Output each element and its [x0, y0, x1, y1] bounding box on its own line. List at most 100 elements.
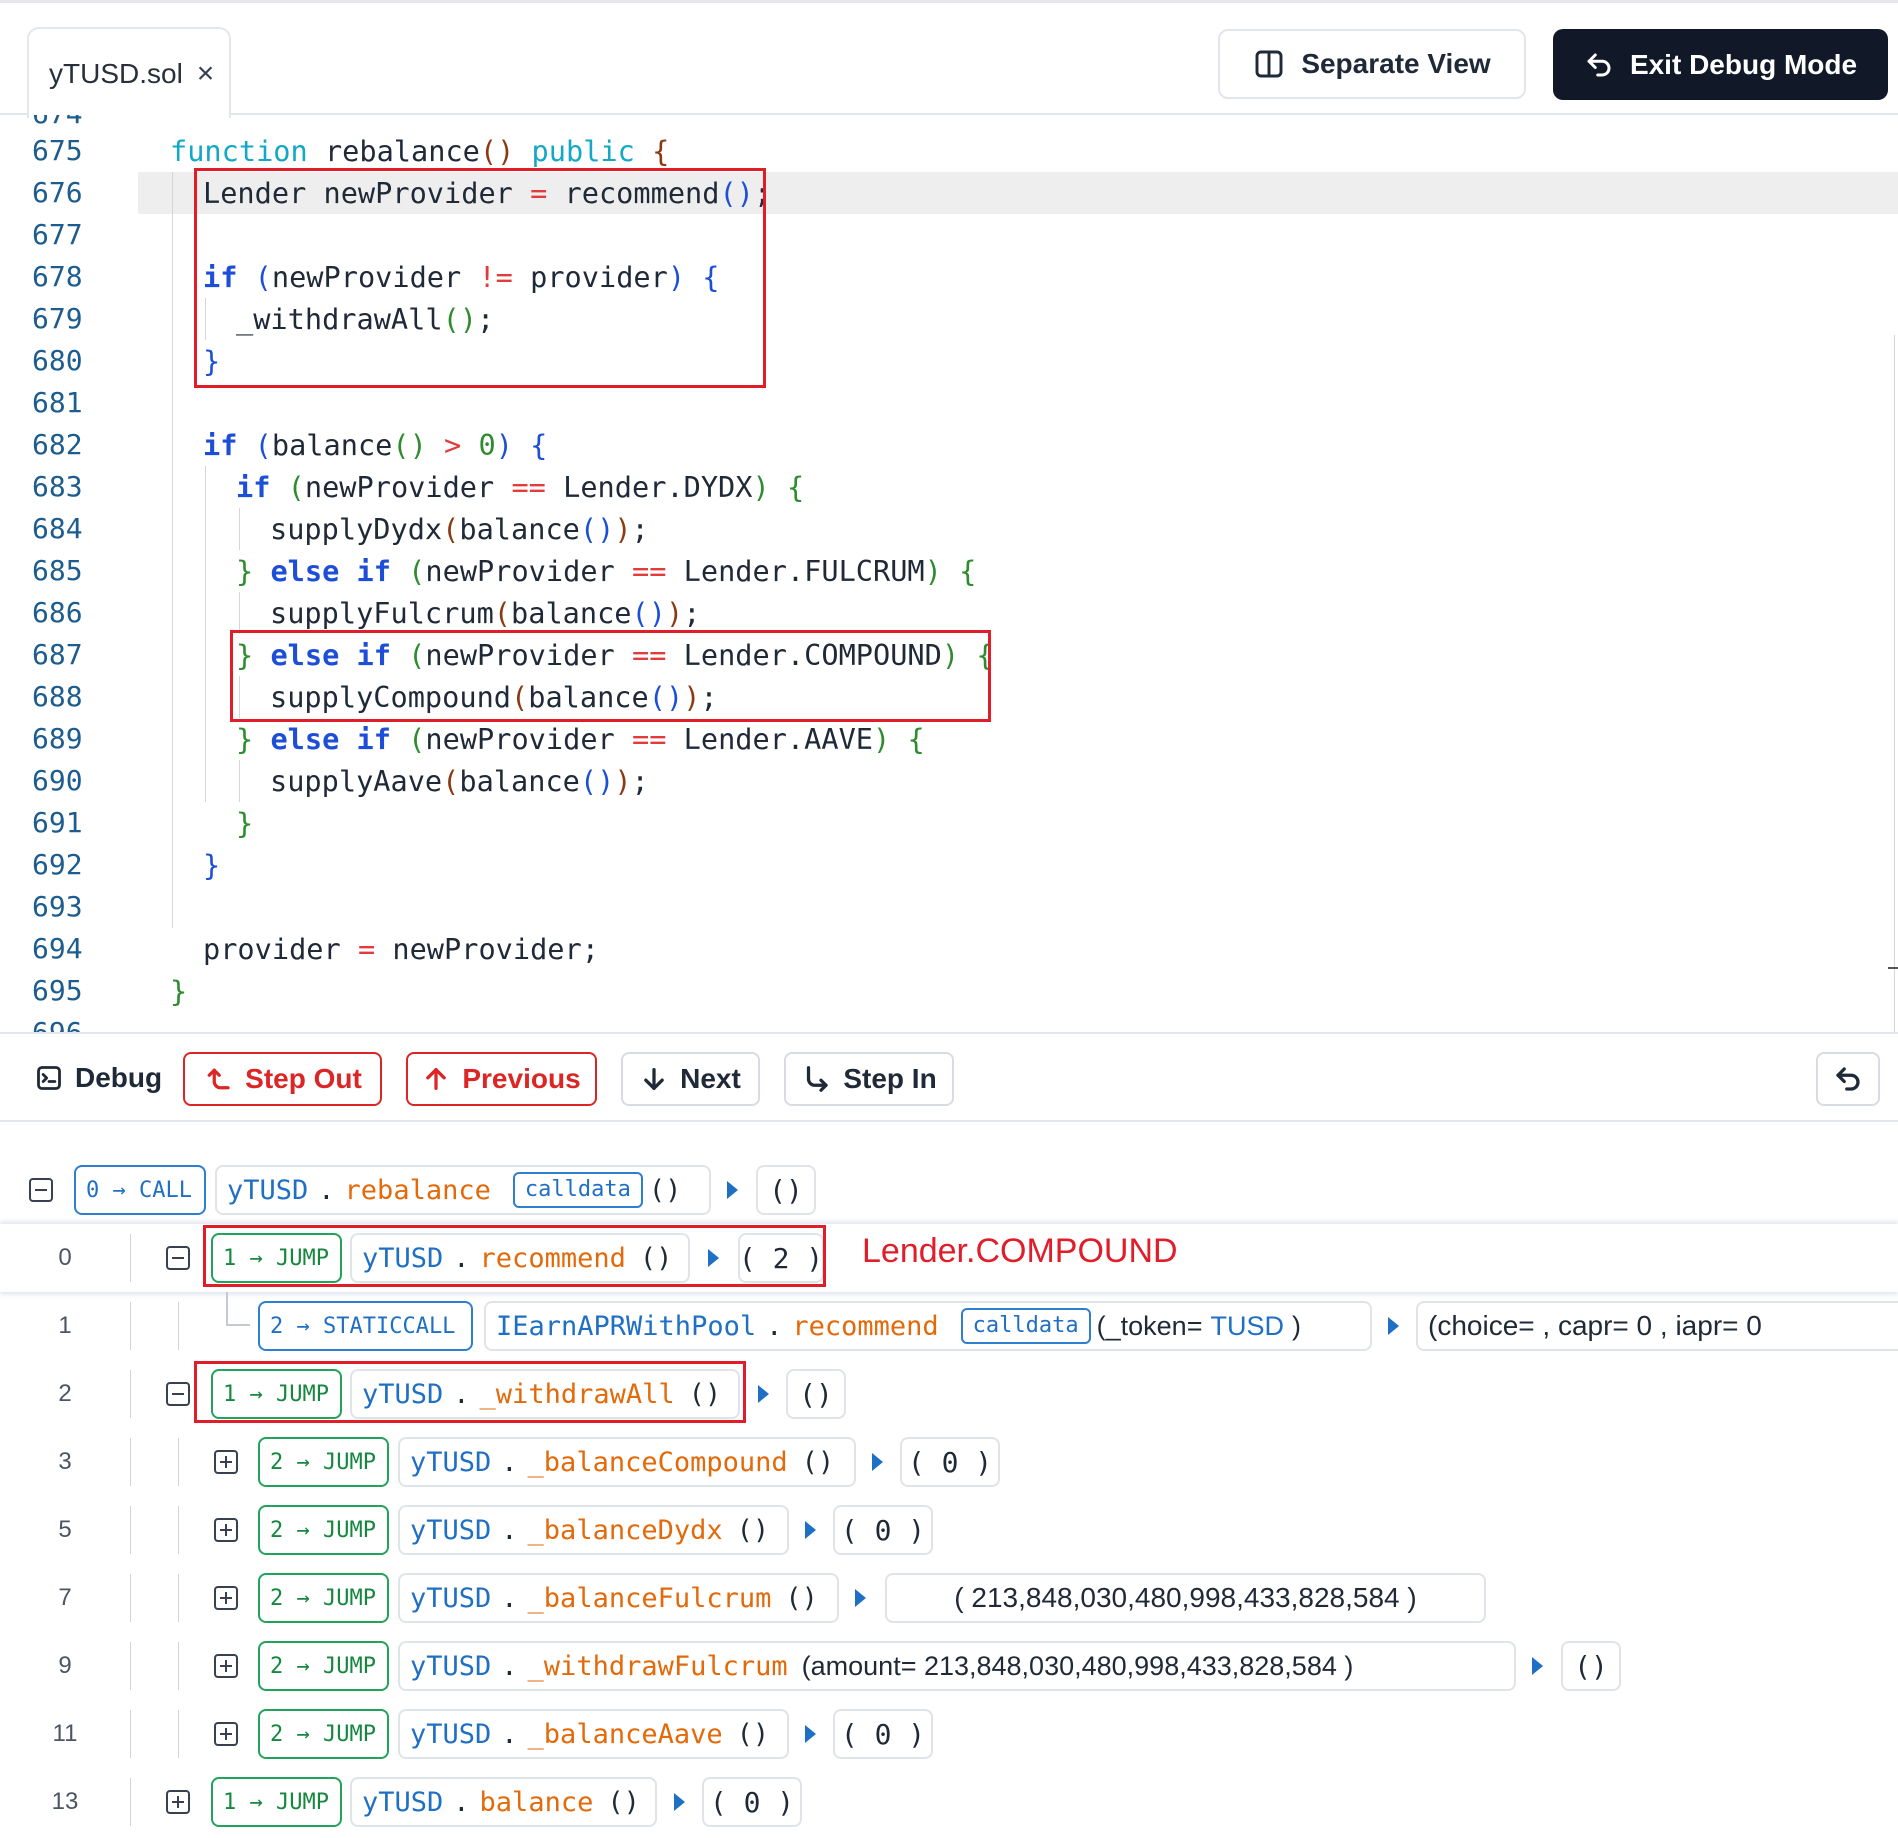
line-number: 692: [32, 848, 83, 881]
expand-icon[interactable]: [214, 1722, 238, 1746]
code-line: } else if (newProvider == Lender.FULCRUM…: [236, 554, 977, 588]
exit-debug-label: Exit Debug Mode: [1629, 48, 1858, 80]
expand-icon[interactable]: [166, 1790, 190, 1814]
code-line: }: [170, 974, 188, 1008]
call-function[interactable]: yTUSD . _balanceCompound (): [398, 1437, 856, 1487]
contract-name: IEarnAPRWithPool: [496, 1310, 757, 1342]
return-arrow-icon: [805, 1725, 816, 1743]
code-line: supplyAave(balance());: [270, 764, 649, 798]
call-type-badge: 0 → CALL: [74, 1165, 206, 1215]
expand-icon[interactable]: [214, 1518, 238, 1542]
call-function[interactable]: yTUSD . balance (): [350, 1777, 657, 1827]
row-separator: [130, 1370, 131, 1418]
contract-name: yTUSD: [362, 1786, 444, 1818]
call-type-badge: 2 → JUMP: [258, 1505, 389, 1555]
contract-name: yTUSD: [410, 1718, 492, 1750]
next-button[interactable]: Next: [621, 1052, 760, 1106]
expand-icon[interactable]: [214, 1450, 238, 1474]
line-number: 691: [32, 806, 83, 839]
contract-name: yTUSD: [410, 1650, 492, 1682]
line-number: 680: [32, 344, 83, 377]
call-args: (): [607, 1786, 640, 1818]
line-number: 684: [32, 512, 83, 545]
method-name: _balanceDydx: [527, 1514, 723, 1546]
step-number: 7: [58, 1584, 72, 1611]
trace-row[interactable]: 7 2 → JUMP yTUSD . _balanceFulcrum () ( …: [0, 1564, 1898, 1632]
undo-icon: [1587, 53, 1611, 76]
exit-debug-button[interactable]: Exit Debug Mode: [1553, 29, 1888, 100]
call-type-badge: 1 → JUMP: [211, 1777, 342, 1827]
line-number: 685: [32, 554, 83, 587]
close-tab-icon[interactable]: ×: [197, 58, 215, 89]
call-trace: 0 → CALL yTUSD . rebalance calldata () (…: [0, 1122, 1898, 1838]
call-return: (): [1561, 1641, 1621, 1691]
collapse-icon[interactable]: [29, 1178, 53, 1202]
indent-guide: [239, 592, 240, 634]
call-function[interactable]: IEarnAPRWithPool . recommend calldata (_…: [484, 1301, 1372, 1351]
line-number: 682: [32, 428, 83, 461]
line-number: 693: [32, 890, 83, 923]
undo-icon: [1836, 1067, 1860, 1091]
trace-row[interactable]: 0 1 → JUMP yTUSD . recommend () ( 2 ) Le…: [0, 1224, 1898, 1292]
debug-title: Debug: [35, 1034, 162, 1122]
step-number: 5: [58, 1516, 72, 1543]
line-number: 689: [32, 722, 83, 755]
call-function[interactable]: yTUSD . _balanceFulcrum (): [398, 1573, 839, 1623]
line-number: 686: [32, 596, 83, 629]
call-function[interactable]: yTUSD . rebalance calldata (): [215, 1165, 711, 1215]
call-return: ( 213,848,030,480,998,433,828,584 ): [885, 1573, 1486, 1623]
trace-row-root[interactable]: 0 → CALL yTUSD . rebalance calldata () (…: [0, 1156, 1898, 1224]
tree-line: [178, 1574, 179, 1622]
call-return: ( 0 ): [833, 1709, 933, 1759]
call-type-badge: 2 → JUMP: [258, 1573, 389, 1623]
call-args: (): [801, 1446, 835, 1478]
code-editor[interactable]: 674 675 676 677 678 679 680 681 682 683 …: [0, 115, 1898, 1032]
return-arrow-icon: [1388, 1317, 1399, 1335]
call-return: ( 0 ): [702, 1777, 802, 1827]
method-name: recommend: [792, 1310, 939, 1342]
previous-button[interactable]: Previous: [406, 1052, 597, 1106]
trace-row[interactable]: 1 2 → STATICCALL IEarnAPRWithPool . reco…: [0, 1292, 1898, 1360]
step-number: 0: [58, 1244, 72, 1271]
call-return: (choice= , capr= 0 , iapr= 0: [1416, 1301, 1898, 1351]
trace-row[interactable]: 5 2 → JUMP yTUSD . _balanceDydx () ( 0 ): [0, 1496, 1898, 1564]
code-line: supplyDydx(balance());: [270, 512, 649, 546]
annotation-box: [230, 630, 991, 722]
step-out-button[interactable]: Step Out: [183, 1052, 382, 1106]
step-in-button[interactable]: Step In: [784, 1052, 954, 1106]
collapse-icon[interactable]: [166, 1382, 190, 1406]
expand-icon[interactable]: [214, 1654, 238, 1678]
call-function[interactable]: yTUSD . _balanceAave (): [398, 1709, 789, 1759]
expand-icon[interactable]: [214, 1586, 238, 1610]
calldata-badge[interactable]: calldata: [960, 1308, 1091, 1344]
trace-row[interactable]: 9 2 → JUMP yTUSD . _withdrawFulcrum (amo…: [0, 1632, 1898, 1700]
file-tab[interactable]: yTUSD.sol ×: [27, 27, 231, 118]
return-arrow-icon: [872, 1453, 883, 1471]
trace-row[interactable]: 13 1 → JUMP yTUSD . balance () ( 0 ): [0, 1768, 1898, 1836]
separate-view-button[interactable]: Separate View: [1218, 29, 1526, 99]
contract-name: yTUSD: [227, 1174, 309, 1206]
trace-row[interactable]: 3 2 → JUMP yTUSD . _balanceCompound () (…: [0, 1428, 1898, 1496]
contract-name: yTUSD: [410, 1582, 492, 1614]
return-arrow-icon: [674, 1793, 685, 1811]
indent-guide: [239, 760, 240, 802]
tree-line: [178, 1642, 179, 1690]
call-type-badge: 2 → JUMP: [258, 1641, 389, 1691]
call-function[interactable]: yTUSD . _withdrawFulcrum (amount= 213,84…: [398, 1641, 1516, 1691]
step-in-icon: [807, 1066, 828, 1092]
line-number: 681: [32, 386, 83, 419]
method-name: _balanceCompound: [527, 1446, 788, 1478]
step-number: 13: [51, 1788, 79, 1815]
step-number: 11: [52, 1720, 78, 1747]
return-arrow-icon: [855, 1589, 866, 1607]
calldata-badge[interactable]: calldata: [512, 1172, 643, 1208]
restart-button[interactable]: [1816, 1052, 1880, 1106]
indent-guide: [172, 172, 173, 928]
trace-row[interactable]: 11 2 → JUMP yTUSD . _balanceAave () ( 0 …: [0, 1700, 1898, 1768]
method-name: balance: [479, 1786, 594, 1818]
tree-line: [178, 1438, 179, 1486]
trace-row[interactable]: 2 1 → JUMP yTUSD . _withdrawAll () (): [0, 1360, 1898, 1428]
collapse-icon[interactable]: [166, 1246, 190, 1270]
line-number: 678: [32, 260, 83, 293]
call-function[interactable]: yTUSD . _balanceDydx (): [398, 1505, 789, 1555]
